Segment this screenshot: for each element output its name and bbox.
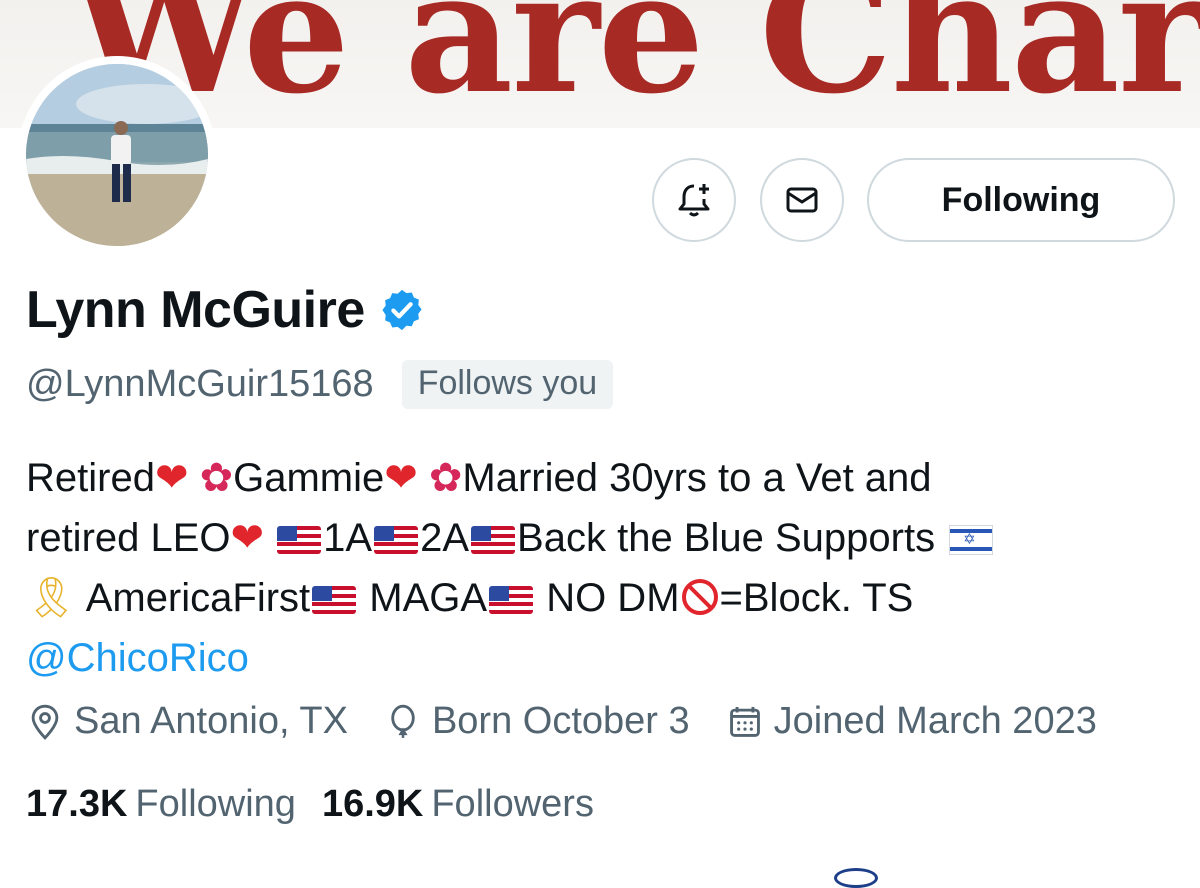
bio-text: Back the Blue Supports (517, 516, 936, 560)
bio: Retired❤ ✿Gammie❤ ✿Married 30yrs to a Ve… (26, 448, 1176, 688)
us-flag-icon (312, 586, 357, 614)
bio-line-2: retired LEO❤ 1A 2A Back the Blue Supports ✡ (26, 508, 1176, 568)
handle: @LynnMcGuir15168 (26, 363, 374, 405)
mail-icon (786, 187, 818, 213)
israel-flag-icon: ✡ (949, 525, 994, 555)
bio-text: MAGA (369, 576, 488, 620)
following-label: Following (135, 783, 296, 825)
notification-bell-plus-icon (678, 184, 710, 217)
location: San Antonio, TX (26, 700, 348, 743)
joined-text: Joined March 2023 (773, 700, 1097, 742)
verified-badge-icon[interactable] (379, 287, 425, 333)
banner-text: We are Charlie (70, 0, 1200, 128)
prohibited-icon (681, 579, 718, 615)
bio-text: AmericaFirst (85, 576, 311, 620)
following-button[interactable]: Following (867, 158, 1175, 242)
followers-label: Followers (431, 783, 594, 825)
join-date: Joined March 2023 (726, 700, 1097, 743)
following-count: 17.3K (26, 783, 128, 825)
bio-line-1: Retired❤ ✿Gammie❤ ✿Married 30yrs to a Ve… (26, 448, 1176, 508)
bio-text: =Block. TS (719, 576, 914, 620)
calendar-icon (729, 706, 760, 737)
bio-text: Gammie (233, 456, 385, 500)
message-button[interactable] (760, 158, 844, 242)
red-heart-icon: ❤ (230, 516, 265, 560)
avatar-photo (26, 64, 208, 246)
handle-row: @LynnMcGuir15168 Follows you (26, 360, 614, 409)
name-row: Lynn McGuire (26, 280, 425, 340)
bio-line-3: 🎗 AmericaFirst MAGA NO DM =Block. TS (26, 568, 1176, 628)
bio-text: 2A (420, 516, 470, 560)
mention-link[interactable]: @ChicoRico (26, 636, 249, 680)
hibiscus-icon: ✿ (199, 456, 234, 500)
us-flag-icon (489, 586, 534, 614)
following-stat[interactable]: 17.3K Following (26, 783, 296, 826)
follows-you-badge: Follows you (401, 360, 614, 409)
us-flag-icon (374, 526, 419, 554)
bio-text: retired LEO (26, 516, 231, 560)
yellow-ribbon-icon: 🎗 (26, 576, 77, 620)
location-pin-icon (31, 704, 59, 740)
location-text: San Antonio, TX (74, 700, 348, 742)
follow-stats: 17.3K Following 16.9K Followers (26, 783, 620, 826)
bio-text: Married 30yrs to a Vet and (462, 456, 932, 500)
bio-line-4: @ChicoRico (26, 628, 1176, 688)
red-heart-icon: ❤ (384, 456, 418, 500)
bio-text: 1A (323, 516, 373, 560)
birthday: Born October 3 (384, 700, 690, 743)
bio-text: NO DM (546, 576, 680, 620)
partial-icon (834, 868, 878, 888)
avatar-image (26, 64, 208, 246)
bio-text: Retired (26, 456, 155, 500)
birthday-text: Born October 3 (431, 700, 690, 742)
notifications-button[interactable] (652, 158, 736, 242)
us-flag-icon (471, 526, 516, 554)
display-name: Lynn McGuire (26, 281, 365, 339)
hibiscus-icon: ✿ (428, 456, 463, 500)
us-flag-icon (277, 526, 322, 554)
followers-stat[interactable]: 16.9K Followers (322, 783, 594, 826)
avatar[interactable] (18, 56, 216, 254)
balloon-icon (391, 704, 415, 738)
profile-meta: San Antonio, TX Born October 3 Joined Ma… (26, 700, 1133, 743)
red-heart-icon: ❤ (154, 456, 189, 500)
followers-count: 16.9K (321, 783, 424, 825)
